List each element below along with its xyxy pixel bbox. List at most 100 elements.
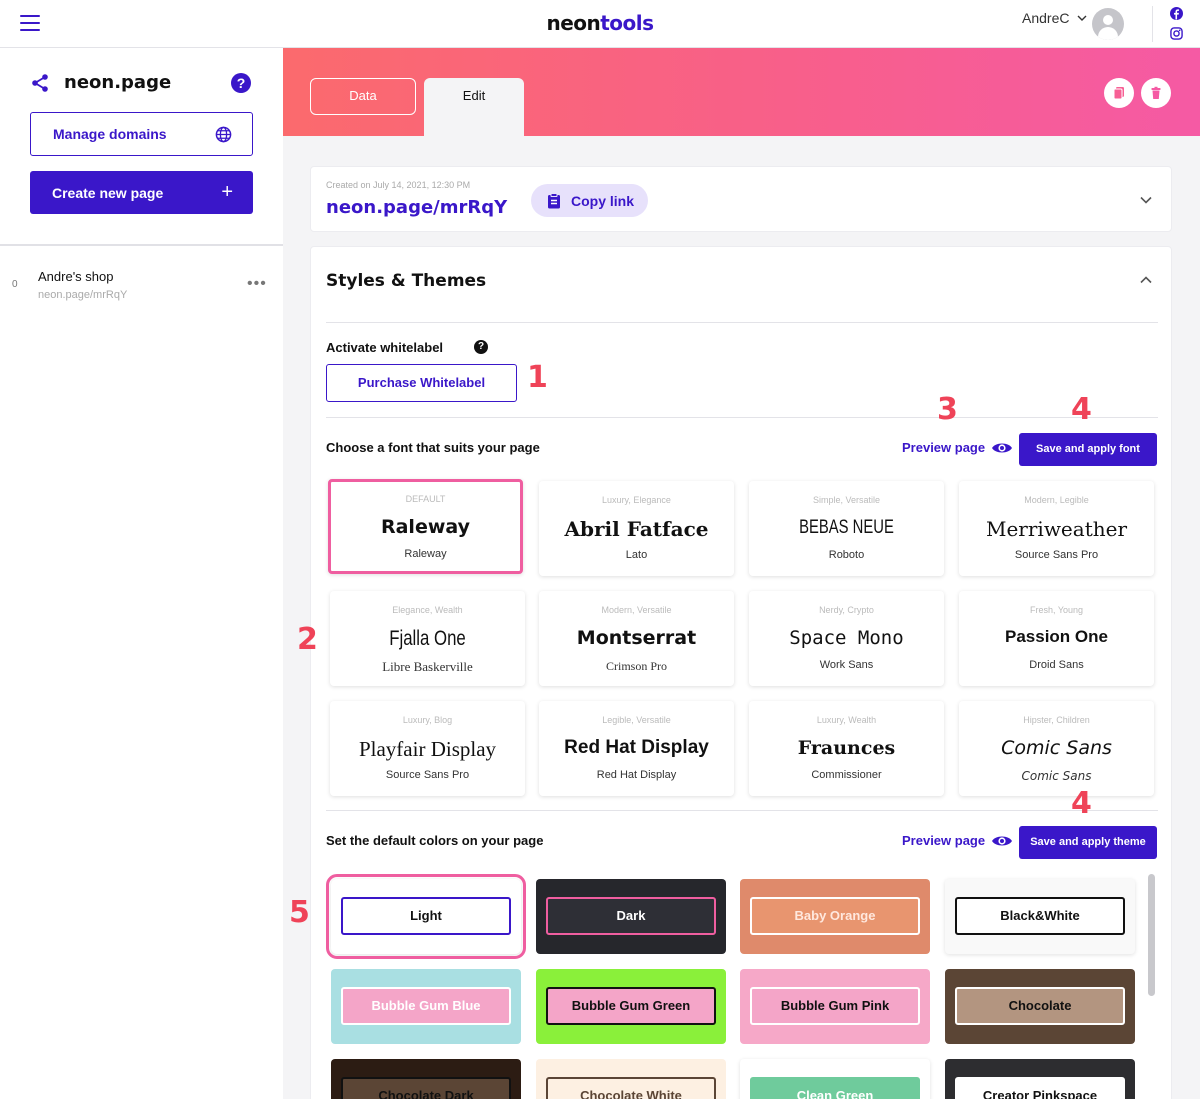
font-name: Red Hat Display: [564, 737, 709, 758]
section-title: Styles & Themes: [326, 271, 487, 291]
font-pairing: Raleway: [404, 548, 447, 560]
font-name: Passion One: [1005, 627, 1108, 646]
instagram-icon[interactable]: [1170, 27, 1183, 40]
font-name: Merriweather: [985, 517, 1128, 541]
theme-preview-button: Chocolate White: [546, 1077, 716, 1099]
theme-option-dark[interactable]: Dark: [536, 879, 726, 954]
font-name: Playfair Display: [358, 737, 497, 761]
theme-preview-button: Bubble Gum Blue: [341, 987, 511, 1025]
font-tag: Nerdy, Crypto: [819, 605, 874, 615]
font-option-fjalla-one[interactable]: Elegance, Wealth Fjalla One Libre Basker…: [330, 591, 525, 686]
page-url: neon.page/mrRqY: [38, 289, 128, 301]
top-bar: neontools AndreC: [0, 0, 1200, 48]
font-tag: Fresh, Young: [1029, 605, 1084, 615]
font-option-abril-fatface[interactable]: Luxury, Elegance Abril Fatface Lato: [539, 481, 734, 576]
font-name: Fjalla One: [389, 627, 466, 650]
theme-option-chocolate[interactable]: Chocolate: [945, 969, 1135, 1044]
user-menu[interactable]: AndreC: [1022, 10, 1088, 26]
theme-option-light[interactable]: Light: [326, 874, 526, 959]
font-name: Fraunces: [797, 737, 896, 759]
chevron-down-icon[interactable]: [1139, 193, 1153, 207]
copy-link-label: Copy link: [571, 192, 635, 209]
create-new-page-button[interactable]: Create new page +: [30, 171, 253, 214]
font-pairing: Commissioner: [811, 769, 882, 781]
theme-preview-button: Light: [341, 897, 511, 935]
font-option-passion-one[interactable]: Fresh, Young Passion One Droid Sans: [959, 591, 1154, 686]
chevron-up-icon[interactable]: [1139, 273, 1153, 287]
font-tag: Modern, Legible: [1024, 495, 1089, 505]
page-header: Data Edit: [283, 48, 1200, 136]
annotation-5: 5: [289, 895, 310, 930]
theme-option-bubble-gum-pink[interactable]: Bubble Gum Pink: [740, 969, 930, 1044]
share-icon[interactable]: [30, 73, 50, 93]
plus-icon: +: [221, 181, 233, 203]
font-pairing: Libre Baskerville: [382, 659, 473, 674]
manage-domains-label: Manage domains: [53, 126, 167, 142]
font-option-montserrat[interactable]: Modern, Versatile Montserrat Crimson Pro: [539, 591, 734, 686]
hamburger-menu-icon[interactable]: [20, 15, 40, 33]
annotation-2: 2: [297, 622, 318, 657]
font-tag: DEFAULT: [405, 494, 446, 504]
avatar[interactable]: [1092, 8, 1124, 40]
divider: [326, 810, 1158, 811]
annotation-4: 4: [1071, 392, 1092, 427]
page-link[interactable]: neon.page/mrRqY: [326, 197, 507, 218]
font-pairing: Source Sans Pro: [385, 769, 470, 781]
scrollbar[interactable]: [1148, 874, 1155, 996]
font-pairing: Work Sans: [819, 659, 874, 671]
font-name: Space Mono: [789, 627, 904, 649]
facebook-icon[interactable]: [1170, 7, 1183, 20]
preview-page-link-fonts[interactable]: Preview page: [902, 440, 1013, 455]
font-option-fraunces[interactable]: Luxury, Wealth Fraunces Commissioner: [749, 701, 944, 796]
delete-page-button[interactable]: [1141, 78, 1171, 108]
color-section-label: Set the default colors on your page: [326, 833, 544, 848]
tab-data[interactable]: Data: [310, 78, 416, 115]
font-option-red-hat-display[interactable]: Legible, Versatile Red Hat Display Red H…: [539, 701, 734, 796]
page-list-item[interactable]: 0 Andre's shop neon.page/mrRqY •••: [0, 266, 283, 306]
theme-option-creator-pinkspace[interactable]: Creator Pinkspace: [945, 1059, 1135, 1099]
theme-preview-button: Bubble Gum Pink: [750, 987, 920, 1025]
theme-option-chocolate-dark[interactable]: Chocolate Dark: [331, 1059, 521, 1099]
help-icon[interactable]: ?: [474, 340, 488, 354]
theme-option-clean-green[interactable]: Clean Green: [740, 1059, 930, 1099]
theme-preview-button: Creator Pinkspace: [955, 1077, 1125, 1099]
font-tag: Simple, Versatile: [812, 495, 881, 505]
font-pairing: Red Hat Display: [596, 769, 677, 781]
divider: [326, 417, 1158, 418]
duplicate-page-button[interactable]: [1104, 78, 1134, 108]
font-pairing: Crimson Pro: [605, 659, 667, 673]
theme-option-bubble-gum-green[interactable]: Bubble Gum Green: [536, 969, 726, 1044]
theme-preview-button: Baby Orange: [750, 897, 920, 935]
font-option-merriweather[interactable]: Modern, Legible Merriweather Source Sans…: [959, 481, 1154, 576]
created-timestamp: Created on July 14, 2021, 12:30 PM: [326, 180, 471, 190]
preview-label: Preview page: [902, 833, 986, 848]
font-option-comic-sans[interactable]: Hipster, Children Comic Sans Comic Sans: [959, 701, 1154, 796]
theme-option-chocolate-white[interactable]: Chocolate White: [536, 1059, 726, 1099]
preview-page-link-themes[interactable]: Preview page: [902, 833, 1013, 848]
theme-preview-button: Clean Green: [750, 1077, 920, 1099]
font-option-playfair-display[interactable]: Luxury, Blog Playfair Display Source San…: [330, 701, 525, 796]
theme-preview-button: Chocolate: [955, 987, 1125, 1025]
font-option-bebas-neue[interactable]: Simple, Versatile BEBAS NEUE Roboto: [749, 481, 944, 576]
help-icon[interactable]: ?: [231, 73, 251, 93]
more-options-icon[interactable]: •••: [247, 275, 267, 293]
font-option-space-mono[interactable]: Nerdy, Crypto Space Mono Work Sans: [749, 591, 944, 686]
create-page-label: Create new page: [52, 184, 164, 201]
annotation-1: 1: [527, 360, 548, 395]
theme-preview-button: Bubble Gum Green: [546, 987, 716, 1025]
save-apply-font-button[interactable]: Save and apply font: [1019, 433, 1157, 466]
save-apply-theme-button[interactable]: Save and apply theme: [1019, 826, 1157, 859]
theme-option-baby-orange[interactable]: Baby Orange: [740, 879, 930, 954]
font-option-raleway[interactable]: DEFAULT Raleway Raleway: [328, 479, 523, 574]
theme-preview-button: Chocolate Dark: [341, 1077, 511, 1099]
copy-link-button[interactable]: Copy link: [531, 184, 648, 217]
theme-option-bubble-gum-blue[interactable]: Bubble Gum Blue: [331, 969, 521, 1044]
font-tag: Luxury, Blog: [402, 715, 453, 725]
tab-edit[interactable]: Edit: [424, 78, 524, 136]
topbar-divider: [1152, 6, 1153, 42]
eye-icon: [992, 443, 1013, 452]
theme-option-black-white[interactable]: Black&White: [945, 879, 1135, 954]
manage-domains-button[interactable]: Manage domains: [30, 112, 253, 156]
font-tag: Elegance, Wealth: [392, 605, 463, 615]
purchase-whitelabel-button[interactable]: Purchase Whitelabel: [326, 364, 517, 402]
